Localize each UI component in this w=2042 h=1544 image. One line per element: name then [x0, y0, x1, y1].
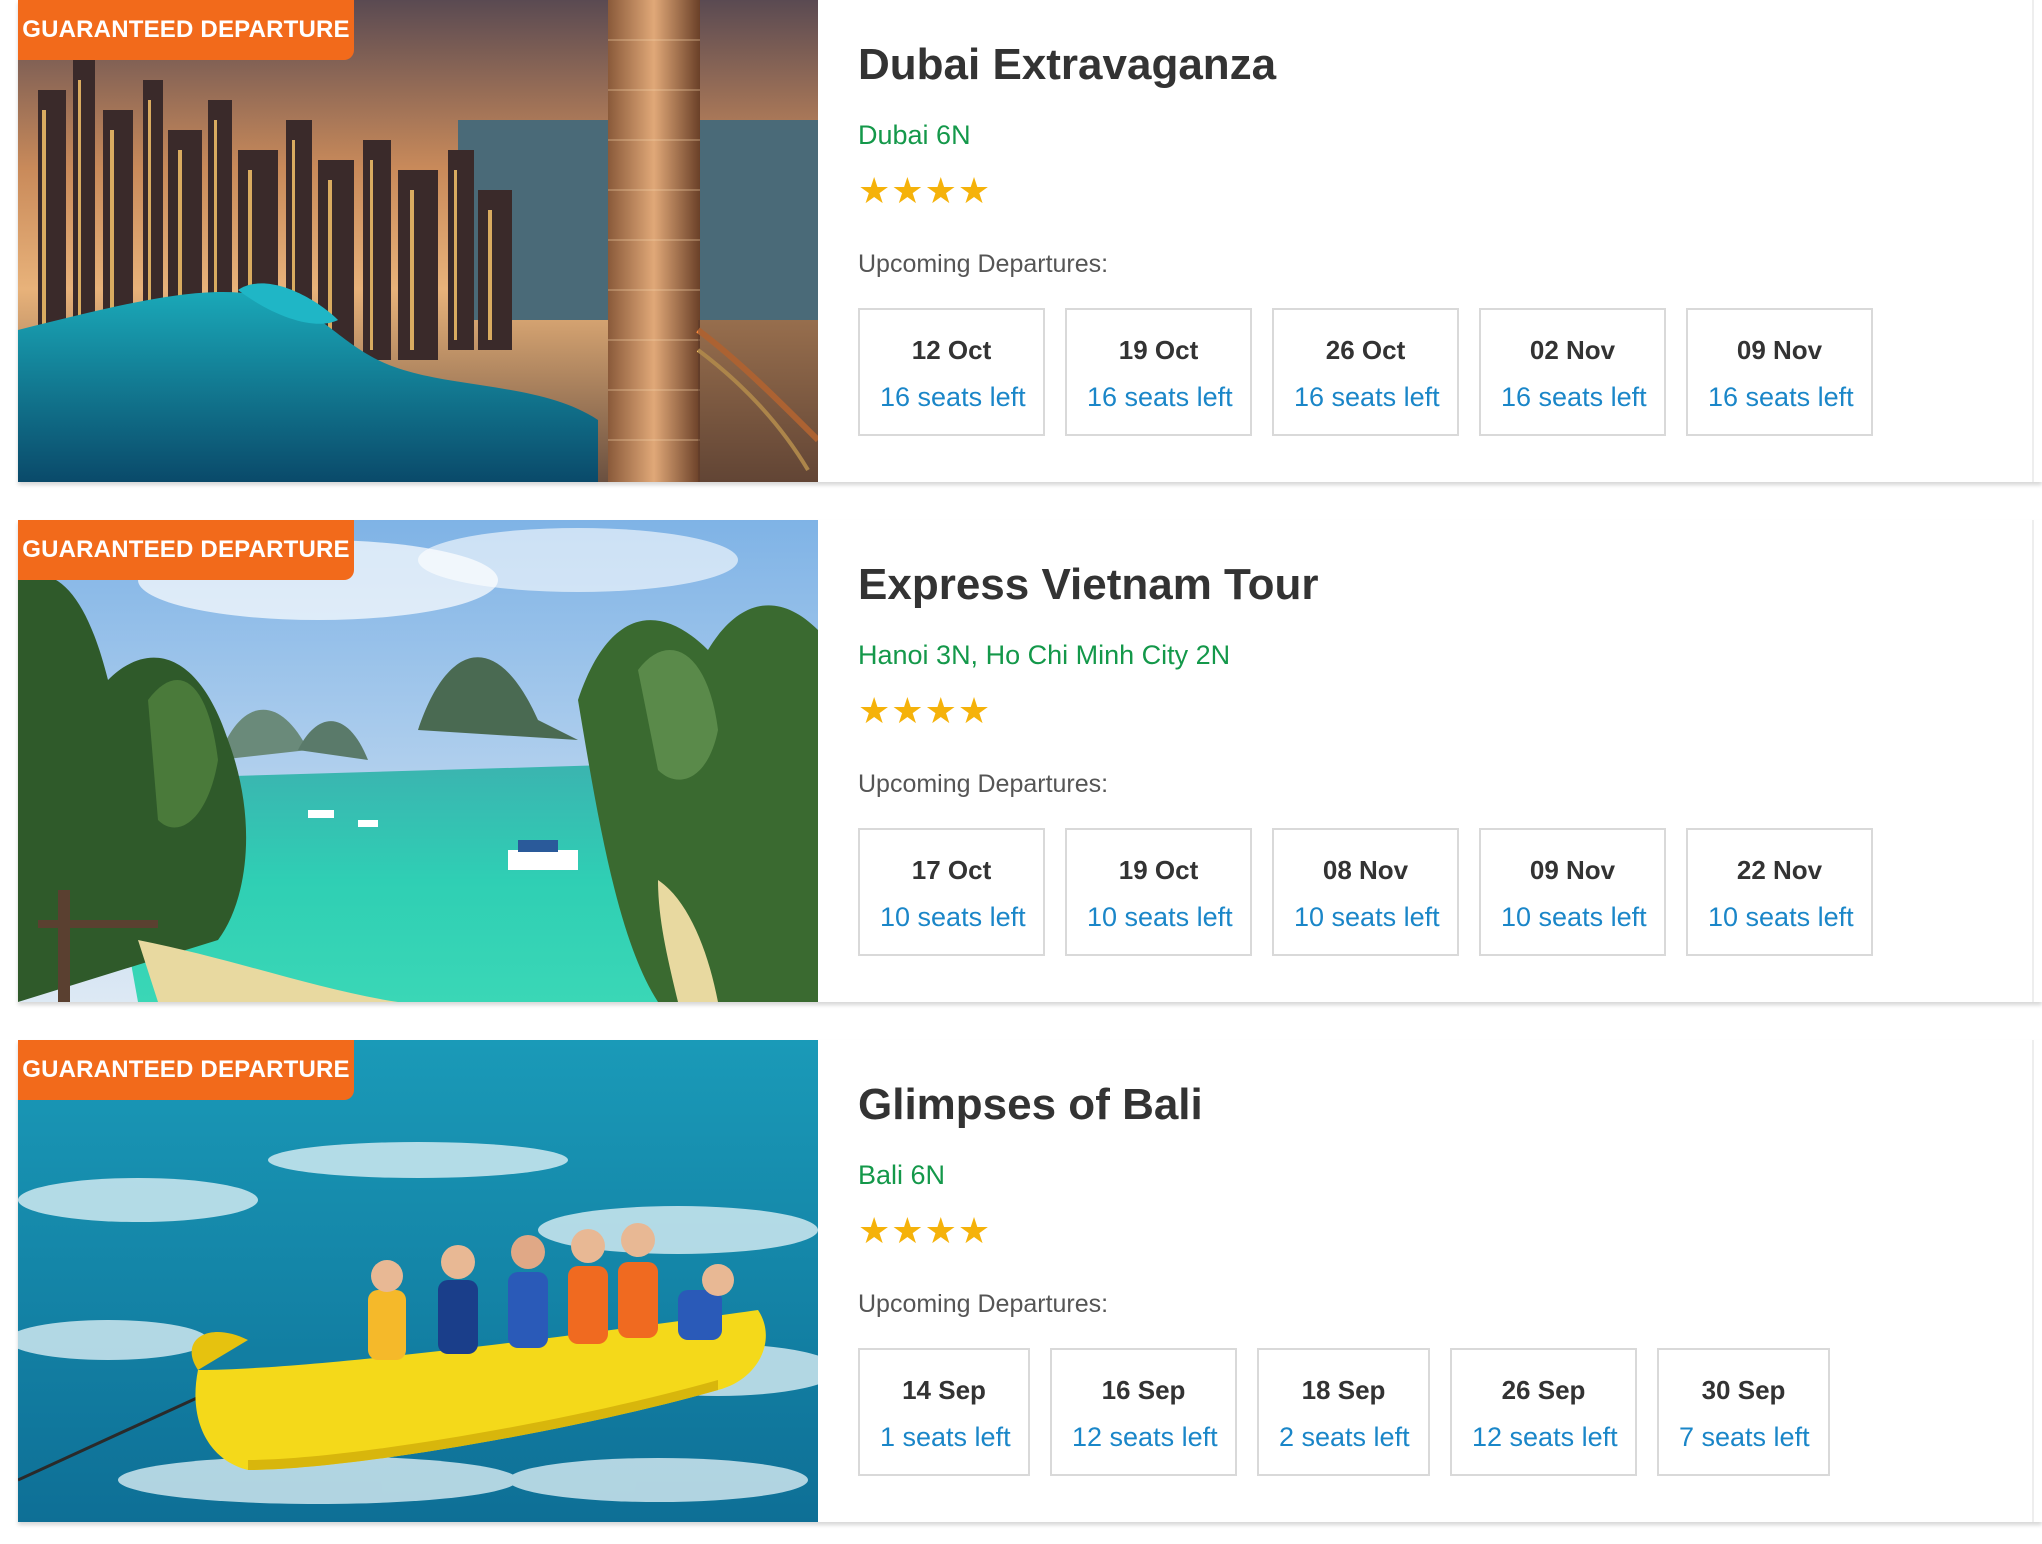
card-divider [2032, 1040, 2034, 1522]
seats-left: 10 seats left [1294, 902, 1440, 932]
tour-destinations: Bali 6N [858, 1160, 946, 1190]
star-rating: ★ ★ ★ ★ [858, 1211, 990, 1251]
tour-info: Glimpses of Bali Bali 6N ★ ★ ★ ★ Upcomin… [858, 1040, 2008, 1522]
seats-left: 10 seats left [1501, 902, 1647, 932]
star-icon: ★ [858, 1210, 891, 1251]
star-icon: ★ [858, 170, 891, 211]
departure-option[interactable]: 12 Oct 16 seats left [858, 308, 1045, 436]
departure-option[interactable]: 17 Oct 10 seats left [858, 828, 1045, 956]
banana-boat-image [18, 1040, 818, 1522]
tour-destinations: Dubai 6N [858, 120, 971, 150]
tour-card[interactable]: GUARANTEED DEPARTURE Dubai Extravaganza … [18, 0, 2042, 482]
seats-left: 16 seats left [1294, 382, 1440, 412]
departure-option[interactable]: 09 Nov 16 seats left [1686, 308, 1873, 436]
departure-list: 17 Oct 10 seats left 19 Oct 10 seats lef… [858, 828, 1873, 956]
ha-long-bay-image [18, 520, 818, 1002]
star-icon: ★ [858, 690, 891, 731]
tour-title[interactable]: Dubai Extravaganza [858, 40, 1276, 90]
departure-date: 09 Nov [1736, 335, 1823, 365]
departure-option[interactable]: 16 Sep 12 seats left [1050, 1348, 1237, 1476]
departure-date: 16 Sep [1101, 1375, 1186, 1405]
departure-date: 02 Nov [1529, 335, 1616, 365]
tour-destinations: Hanoi 3N, Ho Chi Minh City 2N [858, 640, 1231, 670]
seats-left: 16 seats left [1501, 382, 1647, 412]
upcoming-departures-label: Upcoming Departures: [858, 1290, 1109, 1318]
departure-option[interactable]: 08 Nov 10 seats left [1272, 828, 1459, 956]
departure-date: 30 Sep [1701, 1375, 1786, 1405]
departure-option[interactable]: 18 Sep 2 seats left [1257, 1348, 1430, 1476]
seats-left: 10 seats left [1087, 902, 1233, 932]
star-rating: ★ ★ ★ ★ [858, 691, 990, 731]
card-divider [2032, 0, 2034, 482]
star-icon: ★ [891, 1210, 924, 1251]
departure-date: 19 Oct [1118, 335, 1199, 365]
tour-title[interactable]: Glimpses of Bali [858, 1080, 1203, 1130]
tour-image-dubai[interactable]: GUARANTEED DEPARTURE [18, 0, 818, 482]
tour-image-bali[interactable]: GUARANTEED DEPARTURE [18, 1040, 818, 1522]
departure-option[interactable]: 19 Oct 10 seats left [1065, 828, 1252, 956]
star-rating: ★ ★ ★ ★ [858, 171, 990, 211]
guaranteed-departure-badge: GUARANTEED DEPARTURE [18, 0, 354, 60]
seats-left: 10 seats left [1708, 902, 1854, 932]
star-icon: ★ [957, 1210, 991, 1251]
departure-option[interactable]: 26 Sep 12 seats left [1450, 1348, 1637, 1476]
departure-date: 19 Oct [1118, 855, 1199, 885]
seats-left: 16 seats left [1087, 382, 1233, 412]
card-divider [2032, 520, 2034, 1002]
departure-date: 09 Nov [1529, 855, 1616, 885]
tour-title[interactable]: Express Vietnam Tour [858, 560, 1319, 610]
departure-date: 18 Sep [1301, 1375, 1386, 1405]
tour-image-vietnam[interactable]: GUARANTEED DEPARTURE [18, 520, 818, 1002]
departure-date: 12 Oct [911, 335, 992, 365]
departure-option[interactable]: 02 Nov 16 seats left [1479, 308, 1666, 436]
seats-left: 1 seats left [880, 1422, 1011, 1452]
star-icon: ★ [924, 1210, 957, 1251]
departure-date: 17 Oct [911, 855, 992, 885]
tour-card[interactable]: GUARANTEED DEPARTURE Glimpses of Bali Ba… [18, 1040, 2042, 1522]
departure-date: 08 Nov [1322, 855, 1409, 885]
seats-left: 16 seats left [880, 382, 1026, 412]
star-icon: ★ [957, 690, 991, 731]
seats-left: 7 seats left [1679, 1422, 1810, 1452]
star-icon: ★ [891, 170, 924, 211]
departure-option[interactable]: 30 Sep 7 seats left [1657, 1348, 1830, 1476]
star-icon: ★ [924, 170, 957, 211]
departure-list: 12 Oct 16 seats left 19 Oct 16 seats lef… [858, 308, 1873, 436]
tour-card[interactable]: GUARANTEED DEPARTURE Express Vietnam Tou… [18, 520, 2042, 1002]
dubai-skyline-image [18, 0, 818, 482]
seats-left: 2 seats left [1279, 1422, 1410, 1452]
seats-left: 12 seats left [1472, 1422, 1618, 1452]
departure-option[interactable]: 19 Oct 16 seats left [1065, 308, 1252, 436]
departure-list: 14 Sep 1 seats left 16 Sep 12 seats left… [858, 1348, 1830, 1476]
tour-info: Express Vietnam Tour Hanoi 3N, Ho Chi Mi… [858, 520, 2008, 1002]
seats-left: 10 seats left [880, 902, 1026, 932]
star-icon: ★ [924, 690, 957, 731]
departure-date: 26 Sep [1501, 1375, 1586, 1405]
departure-option[interactable]: 09 Nov 10 seats left [1479, 828, 1666, 956]
upcoming-departures-label: Upcoming Departures: [858, 770, 1109, 798]
departure-date: 14 Sep [902, 1375, 986, 1405]
departure-option[interactable]: 26 Oct 16 seats left [1272, 308, 1459, 436]
departure-date: 26 Oct [1325, 335, 1406, 365]
star-icon: ★ [891, 690, 924, 731]
seats-left: 16 seats left [1708, 382, 1854, 412]
departure-option[interactable]: 14 Sep 1 seats left [858, 1348, 1030, 1476]
guaranteed-departure-badge: GUARANTEED DEPARTURE [18, 1040, 354, 1100]
seats-left: 12 seats left [1072, 1422, 1218, 1452]
departure-option[interactable]: 22 Nov 10 seats left [1686, 828, 1873, 956]
tour-info: Dubai Extravaganza Dubai 6N ★ ★ ★ ★ Upco… [858, 0, 2008, 482]
departure-date: 22 Nov [1736, 855, 1823, 885]
guaranteed-departure-badge: GUARANTEED DEPARTURE [18, 520, 354, 580]
upcoming-departures-label: Upcoming Departures: [858, 250, 1109, 278]
star-icon: ★ [957, 170, 991, 211]
